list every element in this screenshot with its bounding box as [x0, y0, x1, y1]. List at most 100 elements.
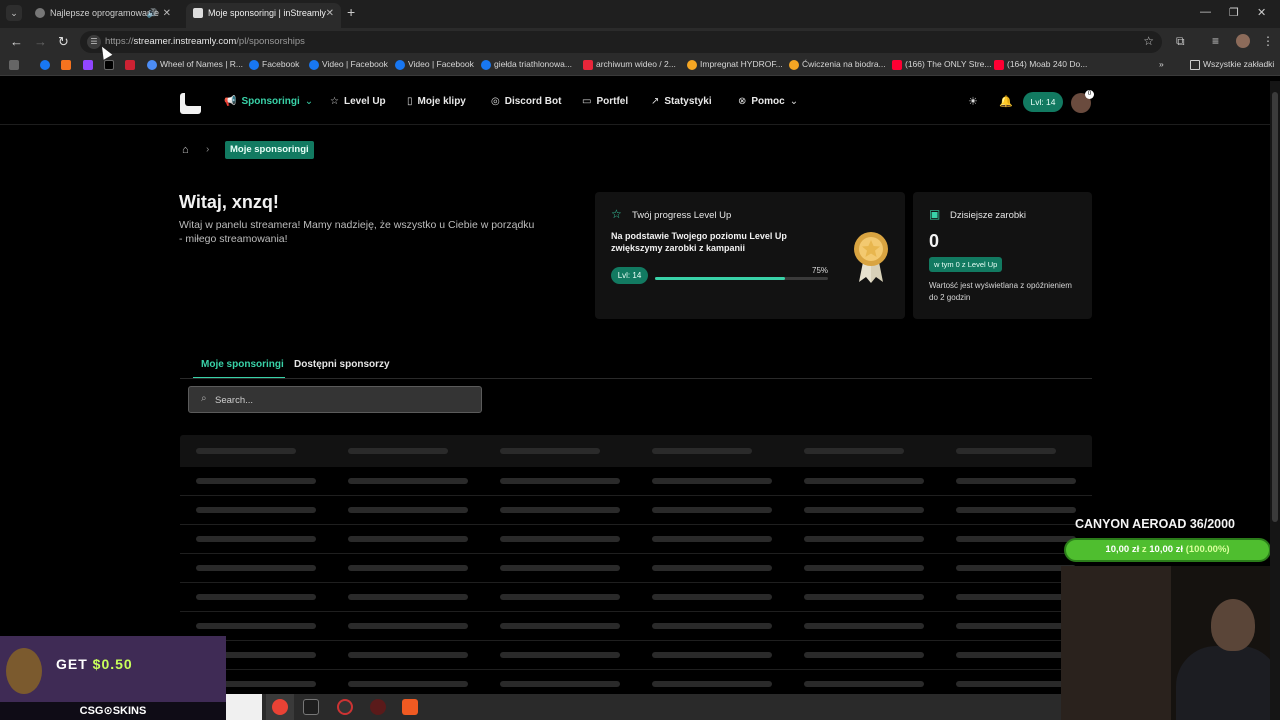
user-avatar[interactable]: [1071, 90, 1094, 113]
close-tab-icon[interactable]: ✕: [326, 3, 334, 24]
terminal-icon[interactable]: [303, 699, 319, 715]
close-window-icon[interactable]: ✕: [1257, 6, 1266, 19]
tab-dostepni-sponsorzy[interactable]: Dostępni sponsorzy: [294, 359, 390, 370]
chrome-icon[interactable]: [272, 699, 288, 715]
bookmark-item[interactable]: Video | Facebook: [395, 59, 474, 70]
facebook-icon[interactable]: [40, 60, 50, 70]
skeleton-header-bar: [500, 448, 600, 454]
clip-icon: ▯: [407, 96, 413, 107]
skeleton-cell-bar: [804, 623, 924, 629]
stream-goal-bar: 10,00 zł z 10,00 zł (100.00%): [1064, 538, 1271, 562]
browser-tabstrip: ⌄ Najlepsze oprogramowanie 🔊 ✕ Moje spon…: [0, 0, 1280, 28]
bookmark-item[interactable]: Ćwiczenia na biodra...: [789, 59, 886, 70]
taskbar-search[interactable]: [226, 694, 262, 720]
nav-sponsoringi[interactable]: 📢 Sponsoringi ⌄: [224, 96, 318, 107]
levelup-description: Na podstawie Twojego poziomu Level Up zw…: [611, 231, 787, 253]
bell-icon[interactable]: 🔔: [999, 95, 1013, 108]
bookmark-item[interactable]: Wheel of Names | R...: [147, 59, 243, 70]
obs-icon[interactable]: [337, 699, 353, 715]
live-icon: [583, 60, 593, 70]
instreamly-logo[interactable]: [180, 93, 201, 114]
search-box[interactable]: ⌕: [188, 386, 482, 413]
discord-icon: ◎: [491, 96, 500, 107]
bookmark-icon[interactable]: [61, 60, 71, 70]
skeleton-cell-bar: [500, 594, 620, 600]
search-input[interactable]: [215, 392, 475, 408]
skeleton-cell-bar: [652, 623, 772, 629]
skeleton-cell-bar: [956, 652, 1076, 658]
skeleton-cell-bar: [652, 652, 772, 658]
skeleton-cell-bar: [652, 565, 772, 571]
bookmark-item[interactable]: Facebook: [249, 59, 299, 70]
table-row: [180, 612, 1092, 641]
restore-icon[interactable]: ❐: [1229, 6, 1239, 19]
browser-toolbar: ← → ↻ ☰ https://streamer.instreamly.com/…: [0, 28, 1280, 56]
skeleton-cell-bar: [652, 681, 772, 687]
nav-portfel[interactable]: ▭ Portfel: [582, 96, 628, 107]
amazon-icon: [687, 60, 697, 70]
tab-favicon-icon: [35, 8, 45, 18]
extensions-icon[interactable]: ⧉: [1176, 34, 1185, 49]
promo-brand: CSG⊙SKINS: [0, 702, 226, 720]
skeleton-cell-bar: [652, 507, 772, 513]
bookmark-item[interactable]: archiwum wideo / 2...: [583, 59, 676, 70]
skeleton-cell-bar: [804, 594, 924, 600]
nav-discord-bot[interactable]: ◎ Discord Bot: [491, 96, 561, 107]
nav-pomoc[interactable]: ⊗ Pomoc ⌄: [738, 96, 803, 107]
tab-title: Moje sponsoringi | inStreamly: [208, 8, 326, 18]
apps-icon[interactable]: [9, 60, 19, 70]
nav-level-up[interactable]: ☆ Level Up: [330, 96, 386, 107]
bookmark-item[interactable]: (164) Moab 240 Do...: [994, 59, 1087, 70]
bookmark-item[interactable]: (166) The ONLY Stre...: [892, 59, 991, 70]
skeleton-cell-bar: [500, 507, 620, 513]
minimize-icon[interactable]: —: [1200, 6, 1211, 18]
skeleton-cell-bar: [500, 623, 620, 629]
more-bookmarks-icon[interactable]: »: [1159, 59, 1164, 69]
bookmark-item[interactable]: giełda triathlonowa...: [481, 59, 572, 70]
menu-icon[interactable]: ⋮: [1262, 34, 1274, 48]
twitch-icon[interactable]: [83, 60, 93, 70]
browser-tab-2[interactable]: Moje sponsoringi | inStreamly ✕: [186, 3, 341, 28]
url-text[interactable]: https://streamer.instreamly.com/pl/spons…: [105, 36, 305, 47]
scrollbar-thumb[interactable]: [1272, 92, 1278, 522]
skeleton-cell-bar: [500, 565, 620, 571]
table-row: [180, 467, 1092, 496]
level-pill[interactable]: Lvl: 14: [1023, 92, 1063, 112]
new-tab-button[interactable]: +: [347, 4, 355, 20]
browser-tab-1[interactable]: Najlepsze oprogramowanie 🔊 ✕: [28, 3, 178, 28]
media-icon[interactable]: ≡: [1212, 34, 1219, 48]
app-icon[interactable]: [370, 699, 386, 715]
reload-icon[interactable]: ↻: [58, 34, 69, 50]
home-icon[interactable]: ⌂: [182, 144, 189, 156]
levelup-progress-fill: [655, 277, 785, 280]
skeleton-cell-bar: [500, 478, 620, 484]
address-bar[interactable]: ☰ https://streamer.instreamly.com/pl/spo…: [80, 31, 1162, 53]
x-icon[interactable]: [104, 60, 114, 70]
bookmark-item[interactable]: Impregnat HYDROF...: [687, 59, 783, 70]
tab-search-icon[interactable]: ⌄: [6, 5, 22, 21]
theme-toggle-icon[interactable]: ☀: [968, 95, 978, 108]
bookmark-icon[interactable]: [125, 60, 135, 70]
profile-avatar[interactable]: [1236, 34, 1250, 48]
speaker-icon[interactable]: 🔊: [147, 3, 158, 24]
bookmark-star-icon[interactable]: ☆: [1143, 34, 1154, 48]
earnings-levelup-badge: w tym 0 z Level Up: [929, 257, 1003, 272]
nav-moje-klipy[interactable]: ▯ Moje klipy: [407, 96, 466, 107]
nav-statystyki[interactable]: ↗ Statystyki: [651, 96, 712, 107]
back-icon[interactable]: ←: [10, 34, 23, 50]
webcam-feed: [1061, 566, 1280, 720]
bookmarks-bar: Wheel of Names | R... Facebook Video | F…: [0, 56, 1280, 76]
welcome-text: Witaj w panelu streamera! Mamy nadzieję,…: [179, 219, 535, 245]
table-row: [180, 641, 1092, 670]
site-info-icon[interactable]: ☰: [87, 35, 101, 49]
close-tab-icon[interactable]: ✕: [163, 3, 171, 24]
skeleton-cell-bar: [348, 478, 468, 484]
tab-moje-sponsoringi[interactable]: Moje sponsoringi: [201, 359, 284, 370]
all-bookmarks[interactable]: Wszystkie zakładki: [1190, 59, 1274, 70]
skeleton-cell-bar: [196, 507, 316, 513]
forward-icon[interactable]: →: [34, 34, 47, 50]
levelup-progress-bar: [655, 277, 828, 280]
skeleton-cell-bar: [348, 652, 468, 658]
app-icon[interactable]: [402, 699, 418, 715]
bookmark-item[interactable]: Video | Facebook: [309, 59, 388, 70]
